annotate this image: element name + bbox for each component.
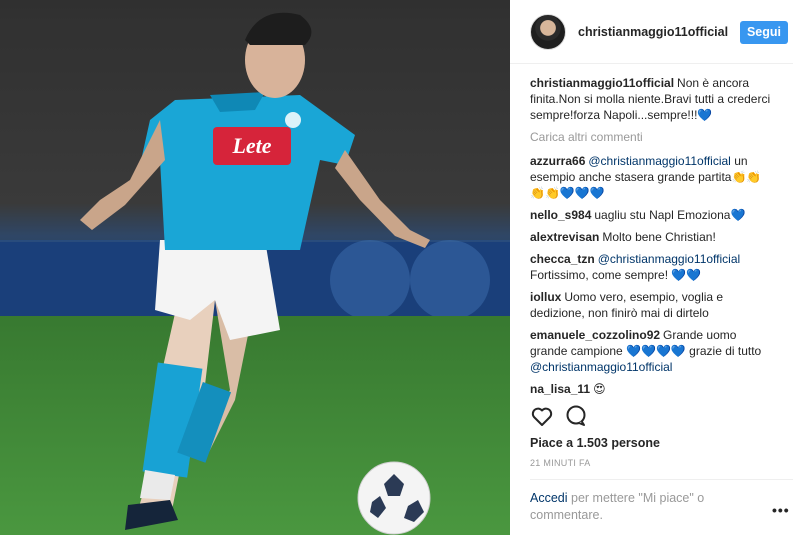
comments-list[interactable]: christianmaggio11official Non è ancora fi… bbox=[530, 75, 775, 396]
comment-icon[interactable] bbox=[564, 404, 588, 428]
post-timestamp: 21 MINUTI FA bbox=[530, 458, 591, 468]
comment-username[interactable]: emanuele_cozzolino92 bbox=[530, 328, 660, 342]
comment-emoji: 💙💙💙💙 bbox=[626, 344, 686, 358]
login-link[interactable]: Accedi bbox=[530, 491, 568, 505]
post-header: christianmaggio11official Segui bbox=[510, 0, 793, 64]
comment-username[interactable]: nello_s984 bbox=[530, 208, 591, 222]
comment-mention[interactable]: @christianmaggio11official bbox=[598, 252, 740, 266]
login-prompt: Accedi per mettere "Mi piace" o commenta… bbox=[530, 490, 735, 524]
comment-emoji: 💙 bbox=[730, 208, 746, 222]
like-icon[interactable] bbox=[530, 404, 554, 428]
load-more-comments-link[interactable]: Carica altri commenti bbox=[530, 129, 775, 145]
comment-item: checca_tzn @christianmaggio11official For… bbox=[530, 251, 775, 283]
caption: christianmaggio11official Non è ancora fi… bbox=[530, 75, 775, 123]
more-options-icon[interactable]: ••• bbox=[772, 502, 790, 518]
caption-emoji: 💙 bbox=[697, 108, 713, 122]
instagram-post: Lete christianmaggio11official Segui chr… bbox=[0, 0, 793, 535]
comment-emoji: 💙💙 bbox=[671, 268, 702, 282]
football-player-image: Lete bbox=[0, 0, 510, 535]
comment-username[interactable]: checca_tzn bbox=[530, 252, 595, 266]
comment-text: Molto bene Christian! bbox=[602, 230, 716, 244]
comment-username[interactable]: alextrevisan bbox=[530, 230, 599, 244]
comment-username[interactable]: na_lisa_11 bbox=[530, 382, 590, 396]
comment-item: alextrevisan Molto bene Christian! bbox=[530, 229, 775, 245]
comment-emoji: 😍 bbox=[593, 382, 606, 396]
comment-mention[interactable]: @christianmaggio11official bbox=[530, 360, 672, 374]
comment-item: na_lisa_11 😍 bbox=[530, 381, 775, 396]
likes-count[interactable]: Piace a 1.503 persone bbox=[530, 436, 660, 450]
avatar[interactable] bbox=[530, 14, 566, 50]
comment-item: nello_s984 uagliu stu Napl Emoziona💙 bbox=[530, 207, 775, 223]
divider bbox=[530, 479, 793, 480]
comment-item: azzurra66 @christianmaggio11official un e… bbox=[530, 153, 775, 201]
header-username[interactable]: christianmaggio11official bbox=[578, 25, 728, 39]
post-actions bbox=[530, 404, 775, 430]
comment-text-continued: grazie di tutto bbox=[685, 344, 762, 358]
post-photo[interactable]: Lete bbox=[0, 0, 510, 535]
comment-item: emanuele_cozzolino92 Grande uomo grande c… bbox=[530, 327, 775, 375]
comment-mention[interactable]: @christianmaggio11official bbox=[588, 154, 730, 168]
comment-text: uagliu stu Napl Emoziona bbox=[594, 208, 731, 222]
post-side-panel: christianmaggio11official Segui christia… bbox=[510, 0, 793, 535]
comment-item: iollux Uomo vero, esempio, voglia e dediz… bbox=[530, 289, 775, 321]
caption-username[interactable]: christianmaggio11official bbox=[530, 76, 674, 90]
comment-username[interactable]: iollux bbox=[530, 290, 561, 304]
follow-button[interactable]: Segui bbox=[740, 21, 788, 44]
comment-text: Fortissimo, come sempre! bbox=[530, 268, 672, 282]
sponsor-logo: Lete bbox=[231, 133, 271, 158]
comment-username[interactable]: azzurra66 bbox=[530, 154, 585, 168]
